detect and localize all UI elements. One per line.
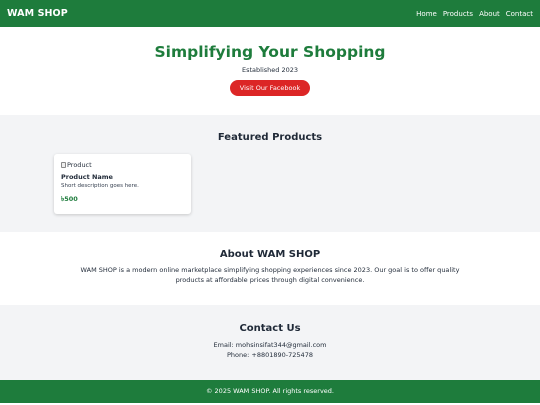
- contact-phone: Phone: +8801890-725478: [227, 351, 313, 359]
- contact-section: Contact Us Email: mohsinsifat344@gmail.c…: [0, 305, 540, 380]
- brand-logo[interactable]: WAM SHOP: [7, 8, 68, 19]
- product-image-alt: Product: [67, 160, 92, 169]
- featured-products-section: Featured Products Product Product Name S…: [0, 115, 540, 232]
- footer-copyright: © 2025 WAM SHOP. All rights reserved.: [205, 387, 334, 395]
- hero-section: Simplifying Your Shopping Established 20…: [0, 27, 540, 115]
- product-name: Product Name: [61, 173, 113, 181]
- broken-image-icon: [61, 161, 66, 168]
- product-card[interactable]: Product Product Name Short description g…: [54, 154, 191, 214]
- footer: © 2025 WAM SHOP. All rights reserved.: [0, 380, 540, 403]
- nav-link-home[interactable]: Home: [416, 10, 437, 18]
- about-title: About WAM SHOP: [219, 249, 321, 260]
- facebook-button[interactable]: Visit Our Facebook: [229, 80, 311, 96]
- navbar: WAM SHOP Home Products About Contact: [0, 0, 540, 27]
- featured-title: Featured Products: [217, 132, 323, 143]
- nav-link-products[interactable]: Products: [443, 10, 473, 18]
- nav-link-about[interactable]: About: [479, 10, 500, 18]
- about-section: About WAM SHOP WAM SHOP is a modern onli…: [0, 232, 540, 305]
- product-description: Short description goes here.: [61, 183, 139, 189]
- nav-link-contact[interactable]: Contact: [506, 10, 533, 18]
- contact-email: Email: mohsinsifat344@gmail.com: [213, 341, 327, 349]
- hero-subtitle: Established 2023: [241, 66, 298, 74]
- product-image: Product: [61, 160, 184, 169]
- nav-links: Home Products About Contact: [416, 10, 533, 18]
- hero-title: Simplifying Your Shopping: [154, 43, 386, 61]
- contact-title: Contact Us: [239, 323, 301, 334]
- contact-details: Email: mohsinsifat344@gmail.com Phone: +…: [0, 340, 540, 360]
- about-text: WAM SHOP is a modern online marketplace …: [80, 266, 460, 284]
- product-price: ৳500: [61, 195, 78, 203]
